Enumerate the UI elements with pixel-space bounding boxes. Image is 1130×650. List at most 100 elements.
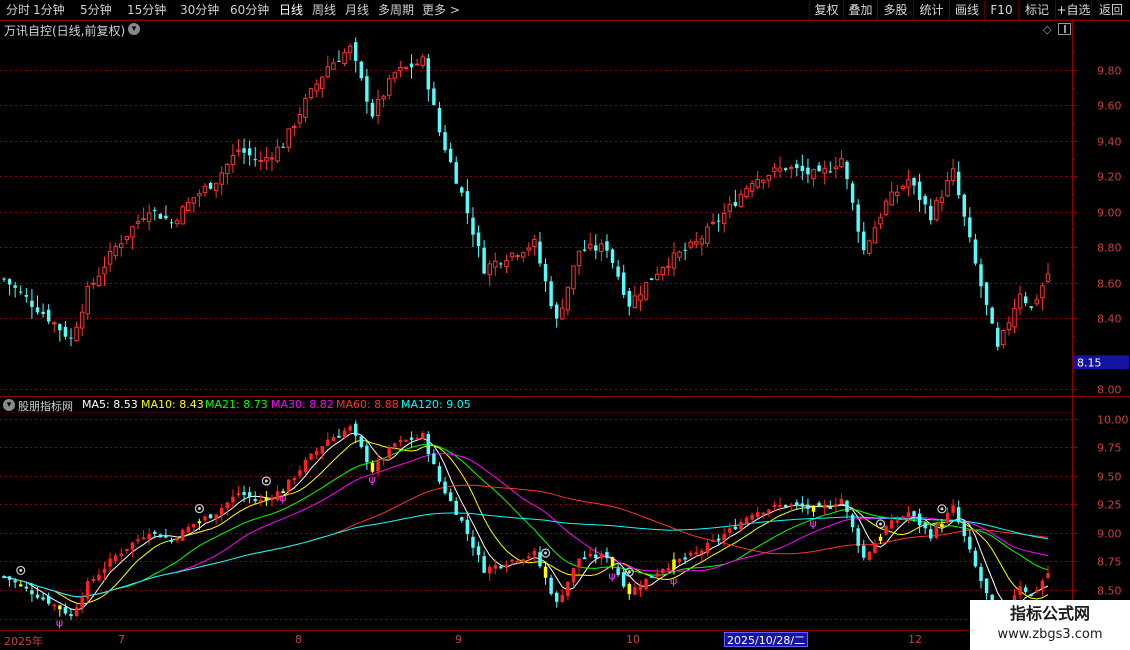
candle-body <box>119 243 124 248</box>
candle-body <box>69 337 73 339</box>
indicator-candle-body <box>80 597 84 608</box>
watermark-title: 指标公式网 <box>1009 604 1090 623</box>
candle-body <box>275 146 280 162</box>
indicator-candle-body <box>895 520 899 523</box>
indicator-candle-body <box>822 505 827 509</box>
candle-body <box>52 322 57 325</box>
indicator-candle-body <box>549 577 553 594</box>
indicator-candle-body <box>175 538 179 541</box>
indicator-candle-body <box>783 504 788 507</box>
indicator-candle-body <box>733 526 738 530</box>
candle-body <box>1012 307 1017 328</box>
indicator-candle-body <box>387 447 391 458</box>
candle-body <box>783 168 788 171</box>
candle-body <box>180 206 185 225</box>
candle-body <box>454 162 458 184</box>
candle-body <box>130 226 135 238</box>
indicator-candle-body <box>594 554 598 559</box>
candle-body <box>24 295 29 297</box>
candle-body <box>107 250 113 265</box>
candle-body <box>308 88 314 99</box>
candle-body <box>236 149 241 152</box>
indicator-candle-body <box>543 566 548 578</box>
indicator-candle-body <box>91 579 96 582</box>
indicator-candle-body <box>834 504 838 507</box>
candle-body <box>538 241 542 264</box>
candle-body <box>219 172 224 185</box>
indicator-candle-body <box>164 535 168 538</box>
buy-signal-marker: ψ <box>670 575 677 588</box>
indicator-candle-body <box>443 481 447 494</box>
candle-body <box>448 148 453 163</box>
indicator-candle-body <box>744 517 749 524</box>
indicator-candle-body <box>1040 580 1045 589</box>
candle-body <box>599 243 604 252</box>
candle-body <box>688 241 693 248</box>
candle-body <box>135 221 141 224</box>
candle-body <box>973 239 978 264</box>
indicator-candle-body <box>409 437 414 440</box>
indicator-candle-body <box>1029 593 1033 596</box>
main-y-tick-label: 9.20 <box>1097 171 1122 184</box>
candle-body <box>721 212 727 224</box>
indicator-candle-body <box>63 607 68 614</box>
indicator-candle-body <box>259 499 263 502</box>
candle-body <box>443 132 447 151</box>
candle-body <box>1040 285 1045 299</box>
buy-signal-marker: ψ <box>368 473 375 486</box>
candle-body <box>1001 330 1006 346</box>
indicator-candle-body <box>493 564 498 569</box>
indicator-candle-body <box>806 504 810 509</box>
x-axis-label: 10 <box>626 633 640 646</box>
candle-body <box>482 247 486 274</box>
indicator-candle-body <box>487 566 492 574</box>
indicator-candle-body <box>504 564 509 569</box>
candle-body <box>281 146 285 148</box>
candle-body <box>565 286 571 311</box>
main-y-tick-label: 9.80 <box>1097 65 1122 78</box>
candle-body <box>666 265 671 268</box>
candle-body <box>493 260 498 268</box>
indicator-candle-body <box>342 430 347 438</box>
indicator-candle-body <box>694 552 699 555</box>
indicator-candle-body <box>337 435 341 438</box>
indicator-candle-body <box>30 590 34 595</box>
sell-signal-marker-dot <box>264 479 268 483</box>
indicator-candle-body <box>125 548 129 551</box>
main-y-tick-label: 8.00 <box>1097 384 1122 397</box>
candle-body <box>883 200 889 215</box>
candle-body <box>956 171 961 196</box>
indicator-candle-body <box>420 433 425 439</box>
indicator-candle-body <box>426 434 431 455</box>
candle-body <box>197 193 202 197</box>
indicator-candle-body <box>560 595 565 603</box>
indicator-candle-body <box>242 492 246 495</box>
ma-line-60 <box>3 484 1049 598</box>
candle-body <box>716 220 721 222</box>
candle-body <box>610 249 615 263</box>
indicator-candle-body <box>298 470 302 476</box>
indicator-candle-body <box>661 568 665 574</box>
indicator-candle-body <box>180 529 185 541</box>
indicator-candle-body <box>878 536 883 541</box>
indicator-candle-body <box>633 587 637 595</box>
indicator-candle-body <box>214 514 218 520</box>
indicator-candle-body <box>688 552 693 556</box>
indicator-candle-body <box>962 521 966 537</box>
indicator-candle-body <box>482 556 486 573</box>
indicator-candle-body <box>97 574 101 581</box>
indicator-candle-body <box>499 566 503 569</box>
candle-body <box>381 95 386 100</box>
candle-body <box>638 294 643 301</box>
indicator-candle-body <box>113 555 118 562</box>
candle-body <box>426 58 431 90</box>
candle-body <box>923 196 927 205</box>
indicator-candle-body <box>231 496 235 503</box>
indicator-y-tick-label: 9.75 <box>1097 442 1122 455</box>
candle-body <box>96 275 102 287</box>
indicator-candle-body <box>728 528 732 533</box>
candle-body <box>945 179 950 197</box>
candle-body <box>124 236 130 241</box>
candle-body <box>929 205 933 221</box>
indicator-candle-body <box>901 516 905 519</box>
